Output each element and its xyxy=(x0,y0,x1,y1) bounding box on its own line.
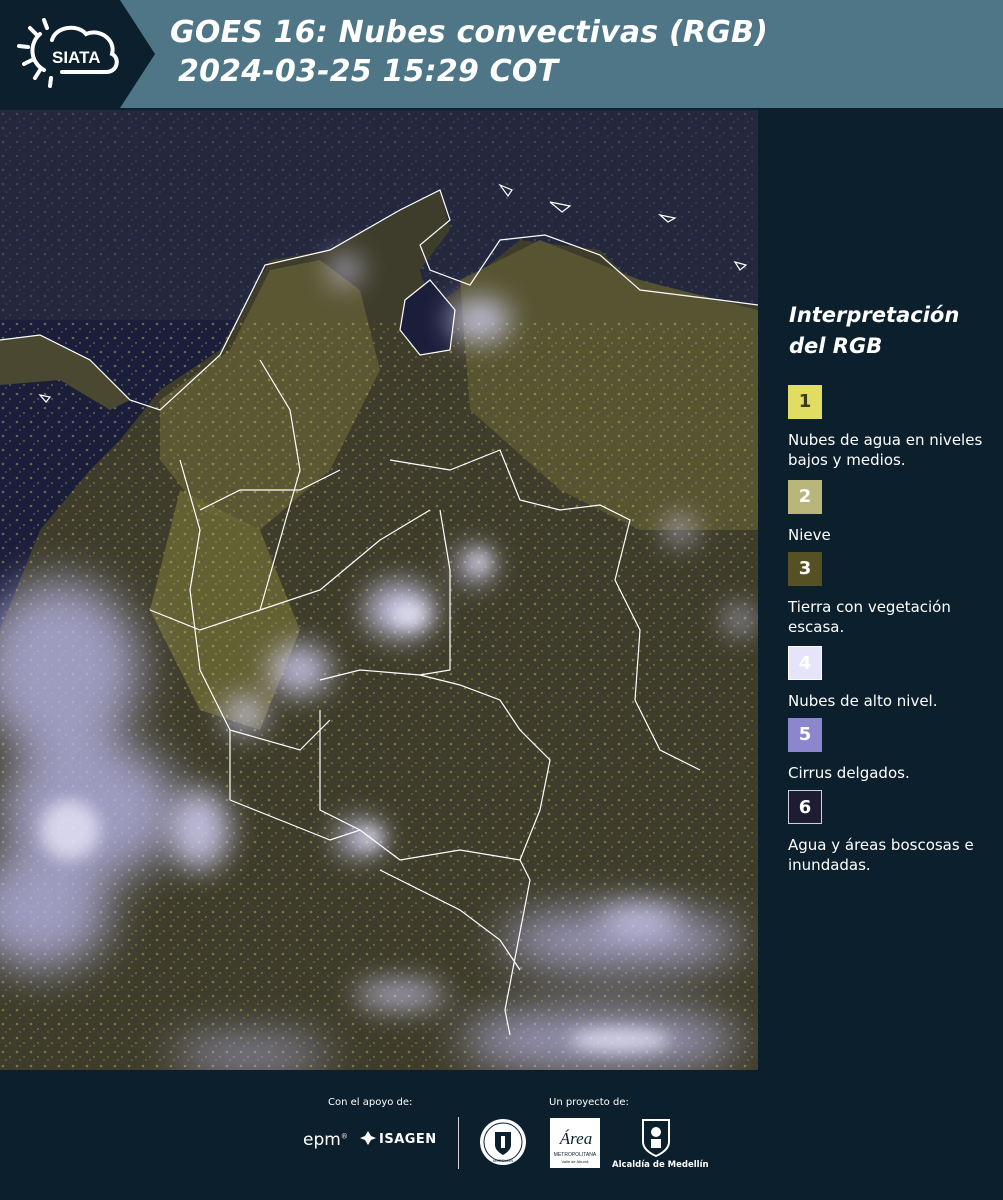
legend-item-label: Agua y áreas boscosas e inundadas. xyxy=(788,836,974,874)
legend: Interpretación del RGB 1 Nubes de agua e… xyxy=(760,110,1003,1070)
medellin-seal-icon: MEDELLÍN xyxy=(480,1119,526,1165)
footer: Con el apoyo de: Un proyecto de: epm® IS… xyxy=(0,1070,1003,1200)
legend-swatch: 4 xyxy=(788,646,822,680)
svg-text:SIATA: SIATA xyxy=(52,48,100,67)
area-metropolitana-logo: Área METROPOLITANA Valle de Aburrá xyxy=(550,1118,600,1168)
epm-logo: epm® xyxy=(303,1130,348,1150)
project-label: Un proyecto de: xyxy=(549,1097,629,1108)
legend-swatch: 3 xyxy=(788,552,822,586)
legend-swatch: 5 xyxy=(788,718,822,752)
svg-text:Área: Área xyxy=(559,1129,592,1148)
svg-text:METROPOLITANA: METROPOLITANA xyxy=(554,1152,597,1158)
sun-cloud-icon: SIATA xyxy=(17,0,155,108)
legend-item-label: Tierra con vegetación escasa. xyxy=(788,598,951,636)
alcaldia-shield-icon xyxy=(642,1119,670,1158)
alcaldia-label: Alcaldía de Medellín xyxy=(612,1160,709,1170)
svg-text:MEDELLÍN: MEDELLÍN xyxy=(493,1158,513,1163)
isagen-logo: ISAGEN xyxy=(360,1131,437,1147)
svg-text:Valle de Aburrá: Valle de Aburrá xyxy=(561,1159,589,1164)
legend-swatch: 1 xyxy=(788,385,822,419)
isagen-icon xyxy=(360,1131,376,1145)
legend-item-label: Nieve xyxy=(788,526,831,544)
legend-title: Interpretación del RGB xyxy=(789,303,960,358)
header-bar: SIATA GOES 16: Nubes convectivas (RGB) 2… xyxy=(0,0,1003,108)
page-timestamp: 2024-03-25 15:29 COT xyxy=(178,54,559,89)
legend-item-label: Nubes de agua en niveles bajos y medios. xyxy=(788,431,983,469)
siata-logo: SIATA xyxy=(0,0,155,108)
page-title: GOES 16: Nubes convectivas (RGB) xyxy=(170,15,769,50)
legend-item-label: Cirrus delgados. xyxy=(788,764,910,782)
satellite-rgb-map xyxy=(0,110,758,1070)
legend-swatch: 2 xyxy=(788,480,822,514)
legend-item-label: Nubes de alto nivel. xyxy=(788,692,938,710)
area-metropolitana-icon: Área METROPOLITANA Valle de Aburrá xyxy=(550,1118,600,1168)
support-label: Con el apoyo de: xyxy=(328,1097,413,1108)
legend-swatch: 6 xyxy=(788,790,822,824)
footer-divider xyxy=(458,1117,459,1169)
